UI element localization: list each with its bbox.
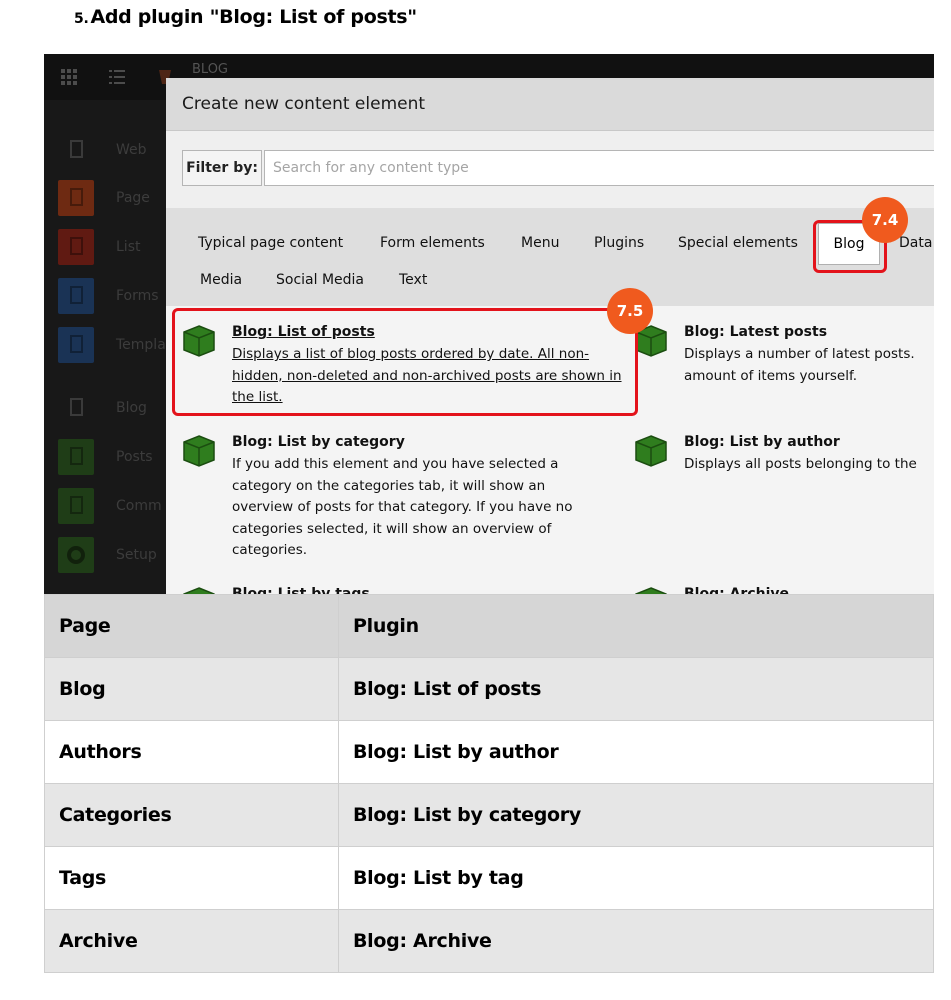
sidebar-item-label: Setup — [116, 547, 157, 563]
sidebar-item-list[interactable]: List — [58, 229, 166, 267]
entry-title: Blog: List by author — [684, 434, 840, 450]
sidebar-item-label: Page — [116, 190, 150, 206]
tab-menu[interactable]: Menu — [521, 235, 559, 251]
table-row: Archive Blog: Archive — [44, 909, 934, 973]
tab-text[interactable]: Text — [399, 272, 427, 288]
sidebar-item-label: Comm — [116, 498, 162, 514]
page-plugin-table: Page Plugin Blog Blog: List of posts Aut… — [44, 594, 934, 973]
page-cell: Categories — [44, 783, 339, 847]
step-badge-7-5: 7.5 — [607, 288, 653, 334]
entry-title: Blog: List by tags — [232, 586, 370, 594]
tab-typical-page-content[interactable]: Typical page content — [198, 235, 343, 251]
entry-title: Blog: Archive — [684, 586, 790, 594]
table-row: Blog Blog: List of posts — [44, 657, 934, 721]
page-cell: Archive — [44, 909, 339, 973]
sidebar-item-setup[interactable]: Setup — [58, 537, 166, 575]
modal-header: Create new content element — [166, 78, 934, 131]
app-grid-icon[interactable] — [60, 68, 78, 86]
entry-title: Blog: Latest posts — [684, 324, 828, 340]
filter-bar: Filter by: — [182, 150, 934, 188]
sidebar-item-label: Blog — [116, 400, 147, 416]
backend-screenshot: BLOG Web Page List Forms Templa Blog Pos… — [44, 54, 934, 594]
entry-description: Displays all posts belonging to the — [684, 456, 917, 472]
highlight-list-of-posts — [172, 308, 638, 416]
plugin-cube-icon — [183, 587, 215, 594]
template-icon — [58, 327, 94, 363]
gear-icon — [58, 537, 94, 573]
sidebar-item-web[interactable]: Web — [58, 132, 166, 170]
sidebar-item-label: Templa — [116, 337, 166, 353]
step-heading: 5. Add plugin "Blog: List of posts" — [74, 6, 417, 28]
table-row: Tags Blog: List by tag — [44, 846, 934, 910]
plugin-cell: Blog: List of posts — [338, 657, 934, 721]
forms-icon — [58, 278, 94, 314]
plugin-cell: Blog: List by tag — [338, 846, 934, 910]
modal-title: Create new content element — [182, 94, 426, 114]
sidebar-item-label: Web — [116, 142, 147, 158]
column-header-page: Page — [44, 594, 339, 658]
page-outline-icon — [58, 132, 94, 168]
table-row: Categories Blog: List by category — [44, 783, 934, 847]
blog-icon — [58, 390, 94, 426]
comments-icon — [58, 488, 94, 524]
tab-media[interactable]: Media — [200, 272, 242, 288]
tab-form-elements[interactable]: Form elements — [380, 235, 485, 251]
plugin-cell: Blog: Archive — [338, 909, 934, 973]
step-title: Add plugin "Blog: List of posts" — [90, 6, 417, 28]
sidebar-item-label: Forms — [116, 288, 159, 304]
filter-input[interactable] — [264, 150, 934, 186]
sidebar-item-posts[interactable]: Posts — [58, 439, 166, 477]
module-list-icon[interactable] — [108, 68, 126, 86]
filter-label: Filter by: — [182, 150, 262, 186]
plugin-cube-icon — [635, 587, 667, 594]
tab-data[interactable]: Data — [899, 235, 932, 251]
page-cell: Tags — [44, 846, 339, 910]
sidebar-item-forms[interactable]: Forms — [58, 278, 166, 316]
tab-special-elements[interactable]: Special elements — [678, 235, 798, 251]
plugin-cube-icon — [635, 435, 667, 467]
column-header-plugin: Plugin — [338, 594, 934, 658]
module-sidebar: Web Page List Forms Templa Blog Posts Co… — [44, 100, 166, 594]
tab-plugins[interactable]: Plugins — [594, 235, 644, 251]
sidebar-item-page[interactable]: Page — [58, 180, 166, 218]
sidebar-item-label: Posts — [116, 449, 153, 465]
sidebar-item-blog[interactable]: Blog — [58, 390, 166, 428]
step-number: 5. — [74, 11, 89, 27]
sidebar-item-comments[interactable]: Comm — [58, 488, 166, 526]
sidebar-item-template[interactable]: Templa — [58, 327, 166, 365]
topbar-title: BLOG — [192, 62, 229, 77]
table-header-row: Page Plugin — [44, 594, 934, 658]
plugin-cell: Blog: List by author — [338, 720, 934, 784]
list-icon — [58, 229, 94, 265]
step-badge-7-4: 7.4 — [862, 197, 908, 243]
table-row: Authors Blog: List by author — [44, 720, 934, 784]
posts-icon — [58, 439, 94, 475]
entry-description: If you add this element and you have sel… — [232, 456, 573, 558]
entry-title: Blog: List by category — [232, 434, 405, 450]
page-icon — [58, 180, 94, 216]
sidebar-item-label: List — [116, 239, 141, 255]
plugin-cube-icon — [183, 435, 215, 467]
tab-social-media[interactable]: Social Media — [276, 272, 364, 288]
entry-description: Displays a number of latest posts. amoun… — [684, 346, 915, 384]
plugin-cell: Blog: List by category — [338, 783, 934, 847]
page-cell: Blog — [44, 657, 339, 721]
page-cell: Authors — [44, 720, 339, 784]
